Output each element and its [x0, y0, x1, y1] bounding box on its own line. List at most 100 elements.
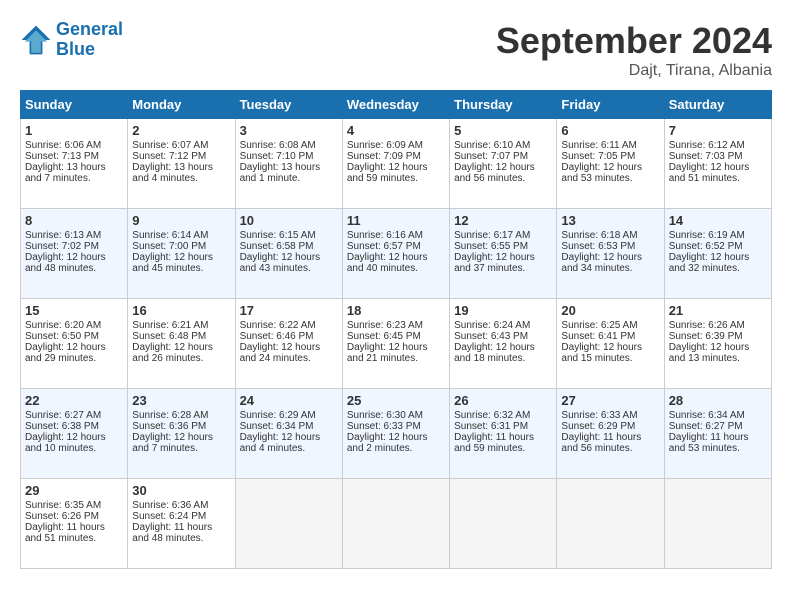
day-number: 19	[454, 303, 552, 318]
sunset-label: Sunset: 6:57 PM	[347, 241, 421, 252]
sunrise-label: Sunrise: 6:34 AM	[669, 410, 745, 421]
day-number: 11	[347, 213, 445, 228]
calendar-row: 22 Sunrise: 6:27 AM Sunset: 6:38 PM Dayl…	[21, 389, 772, 479]
sunset-label: Sunset: 6:33 PM	[347, 421, 421, 432]
sunset-label: Sunset: 7:12 PM	[132, 151, 206, 162]
daylight-label: Daylight: 12 hours and 37 minutes.	[454, 252, 535, 274]
daylight-label: Daylight: 12 hours and 13 minutes.	[669, 342, 750, 364]
calendar-cell	[557, 479, 664, 569]
col-tuesday: Tuesday	[235, 91, 342, 119]
col-thursday: Thursday	[450, 91, 557, 119]
sunrise-label: Sunrise: 6:21 AM	[132, 320, 208, 331]
daylight-label: Daylight: 12 hours and 59 minutes.	[347, 162, 428, 184]
calendar-cell	[342, 479, 449, 569]
sunrise-label: Sunrise: 6:06 AM	[25, 140, 101, 151]
sunset-label: Sunset: 6:52 PM	[669, 241, 743, 252]
logo-icon	[20, 24, 52, 56]
sunset-label: Sunset: 6:53 PM	[561, 241, 635, 252]
daylight-label: Daylight: 13 hours and 4 minutes.	[132, 162, 213, 184]
calendar-row: 8 Sunrise: 6:13 AM Sunset: 7:02 PM Dayli…	[21, 209, 772, 299]
sunset-label: Sunset: 6:43 PM	[454, 331, 528, 342]
day-number: 4	[347, 123, 445, 138]
daylight-label: Daylight: 12 hours and 48 minutes.	[25, 252, 106, 274]
day-number: 9	[132, 213, 230, 228]
sunrise-label: Sunrise: 6:16 AM	[347, 230, 423, 241]
sunset-label: Sunset: 6:58 PM	[240, 241, 314, 252]
sunrise-label: Sunrise: 6:22 AM	[240, 320, 316, 331]
calendar-row: 15 Sunrise: 6:20 AM Sunset: 6:50 PM Dayl…	[21, 299, 772, 389]
calendar-cell: 14 Sunrise: 6:19 AM Sunset: 6:52 PM Dayl…	[664, 209, 771, 299]
sunrise-label: Sunrise: 6:29 AM	[240, 410, 316, 421]
day-number: 27	[561, 393, 659, 408]
day-number: 3	[240, 123, 338, 138]
day-number: 20	[561, 303, 659, 318]
calendar-cell: 6 Sunrise: 6:11 AM Sunset: 7:05 PM Dayli…	[557, 119, 664, 209]
sunset-label: Sunset: 6:27 PM	[669, 421, 743, 432]
day-number: 25	[347, 393, 445, 408]
sunrise-label: Sunrise: 6:17 AM	[454, 230, 530, 241]
day-number: 16	[132, 303, 230, 318]
sunrise-label: Sunrise: 6:28 AM	[132, 410, 208, 421]
calendar-cell	[450, 479, 557, 569]
sunrise-label: Sunrise: 6:12 AM	[669, 140, 745, 151]
daylight-label: Daylight: 12 hours and 45 minutes.	[132, 252, 213, 274]
calendar-cell: 28 Sunrise: 6:34 AM Sunset: 6:27 PM Dayl…	[664, 389, 771, 479]
day-number: 23	[132, 393, 230, 408]
day-number: 7	[669, 123, 767, 138]
page-header: General Blue September 2024 Dajt, Tirana…	[20, 20, 772, 80]
sunrise-label: Sunrise: 6:36 AM	[132, 500, 208, 511]
day-number: 6	[561, 123, 659, 138]
sunrise-label: Sunrise: 6:19 AM	[669, 230, 745, 241]
calendar-cell: 9 Sunrise: 6:14 AM Sunset: 7:00 PM Dayli…	[128, 209, 235, 299]
daylight-label: Daylight: 12 hours and 24 minutes.	[240, 342, 321, 364]
day-number: 29	[25, 483, 123, 498]
month-title: September 2024	[496, 20, 772, 62]
sunset-label: Sunset: 6:41 PM	[561, 331, 635, 342]
calendar-cell: 30 Sunrise: 6:36 AM Sunset: 6:24 PM Dayl…	[128, 479, 235, 569]
day-number: 5	[454, 123, 552, 138]
daylight-label: Daylight: 11 hours and 59 minutes.	[454, 432, 534, 454]
sunrise-label: Sunrise: 6:07 AM	[132, 140, 208, 151]
daylight-label: Daylight: 12 hours and 40 minutes.	[347, 252, 428, 274]
calendar-cell: 25 Sunrise: 6:30 AM Sunset: 6:33 PM Dayl…	[342, 389, 449, 479]
calendar-cell: 11 Sunrise: 6:16 AM Sunset: 6:57 PM Dayl…	[342, 209, 449, 299]
logo-general: General	[56, 19, 123, 39]
sunset-label: Sunset: 6:48 PM	[132, 331, 206, 342]
sunset-label: Sunset: 6:50 PM	[25, 331, 99, 342]
logo: General Blue	[20, 20, 123, 60]
sunset-label: Sunset: 6:55 PM	[454, 241, 528, 252]
calendar-cell: 2 Sunrise: 6:07 AM Sunset: 7:12 PM Dayli…	[128, 119, 235, 209]
daylight-label: Daylight: 12 hours and 29 minutes.	[25, 342, 106, 364]
sunrise-label: Sunrise: 6:11 AM	[561, 140, 636, 151]
daylight-label: Daylight: 12 hours and 43 minutes.	[240, 252, 321, 274]
day-number: 8	[25, 213, 123, 228]
sunset-label: Sunset: 7:07 PM	[454, 151, 528, 162]
daylight-label: Daylight: 11 hours and 56 minutes.	[561, 432, 641, 454]
daylight-label: Daylight: 12 hours and 2 minutes.	[347, 432, 428, 454]
calendar-cell: 7 Sunrise: 6:12 AM Sunset: 7:03 PM Dayli…	[664, 119, 771, 209]
calendar-cell: 1 Sunrise: 6:06 AM Sunset: 7:13 PM Dayli…	[21, 119, 128, 209]
daylight-label: Daylight: 11 hours and 48 minutes.	[132, 522, 212, 544]
day-number: 30	[132, 483, 230, 498]
sunset-label: Sunset: 6:31 PM	[454, 421, 528, 432]
sunrise-label: Sunrise: 6:32 AM	[454, 410, 530, 421]
calendar-cell: 21 Sunrise: 6:26 AM Sunset: 6:39 PM Dayl…	[664, 299, 771, 389]
calendar-cell: 16 Sunrise: 6:21 AM Sunset: 6:48 PM Dayl…	[128, 299, 235, 389]
calendar-cell: 13 Sunrise: 6:18 AM Sunset: 6:53 PM Dayl…	[557, 209, 664, 299]
calendar-cell: 17 Sunrise: 6:22 AM Sunset: 6:46 PM Dayl…	[235, 299, 342, 389]
day-number: 14	[669, 213, 767, 228]
calendar-cell: 8 Sunrise: 6:13 AM Sunset: 7:02 PM Dayli…	[21, 209, 128, 299]
daylight-label: Daylight: 12 hours and 21 minutes.	[347, 342, 428, 364]
col-wednesday: Wednesday	[342, 91, 449, 119]
calendar-cell: 3 Sunrise: 6:08 AM Sunset: 7:10 PM Dayli…	[235, 119, 342, 209]
day-number: 18	[347, 303, 445, 318]
daylight-label: Daylight: 12 hours and 4 minutes.	[240, 432, 321, 454]
sunset-label: Sunset: 7:10 PM	[240, 151, 314, 162]
calendar-cell: 22 Sunrise: 6:27 AM Sunset: 6:38 PM Dayl…	[21, 389, 128, 479]
day-number: 1	[25, 123, 123, 138]
daylight-label: Daylight: 12 hours and 53 minutes.	[561, 162, 642, 184]
day-number: 22	[25, 393, 123, 408]
day-number: 12	[454, 213, 552, 228]
day-number: 21	[669, 303, 767, 318]
sunset-label: Sunset: 6:45 PM	[347, 331, 421, 342]
